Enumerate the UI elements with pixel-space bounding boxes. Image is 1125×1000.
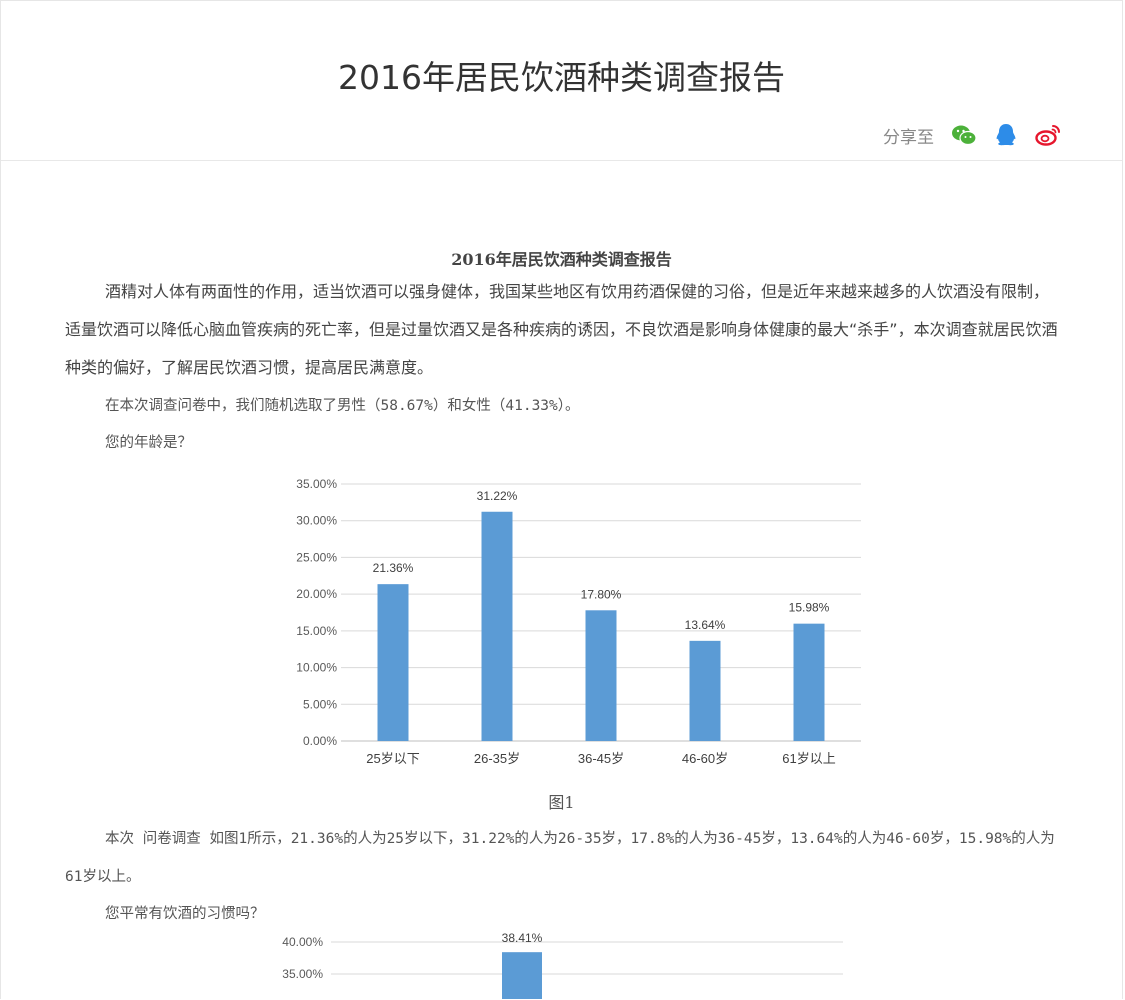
y-tick-label: 40.00% — [282, 935, 323, 949]
bar — [793, 623, 825, 741]
y-tick-label: 30.00% — [296, 514, 337, 528]
y-tick-label: 35.00% — [282, 967, 323, 981]
intro-paragraph: 酒精对人体有两面性的作用，适当饮酒可以强身健体，我国某些地区有饮用药酒保健的习俗… — [65, 282, 1058, 377]
y-tick-label: 10.00% — [296, 661, 337, 675]
bar — [481, 511, 513, 741]
page-title: 2016年居民饮酒种类调查报告 — [338, 58, 785, 97]
data-label: 31.22% — [477, 489, 518, 503]
drinking-habit-bar-chart: 40.00% 35.00% 38.41% — [282, 933, 843, 999]
age-bar-chart: 0.00% 5.00% 10.00% 15.00% 20.00% 25.00% 30.00%… — [296, 477, 861, 766]
bar — [377, 584, 409, 741]
article-title: 2016年居民饮酒种类调查报告 — [451, 250, 672, 269]
y-tick-label: 5.00% — [303, 697, 337, 711]
page: 2016年居民饮酒种类调查报告 分享至 2016年居民饮酒种类调查报告 酒精对人… — [0, 0, 1123, 999]
article-header: 2016年居民饮酒种类调查报告 分享至 — [1, 1, 1122, 161]
x-tick-label: 46-60岁 — [682, 751, 728, 766]
question-age: 您的年龄是？ — [105, 435, 192, 451]
age-summary-paragraph: 本次 问卷调查 如图1所示，21.36%的人为25岁以下，31.22%的人为26… — [65, 831, 1055, 885]
data-label: 38.41% — [502, 933, 543, 945]
y-tick-label: 20.00% — [296, 587, 337, 601]
y-tick-label: 35.00% — [296, 477, 337, 491]
data-label: 13.64% — [685, 618, 726, 632]
data-label: 17.80% — [581, 587, 622, 601]
question-drinking-habit: 您平常有饮酒的习惯吗？ — [105, 906, 265, 922]
bar — [502, 952, 542, 999]
bar — [689, 640, 721, 741]
share-bar: 分享至 — [883, 121, 1062, 149]
y-tick-label: 15.00% — [296, 624, 337, 638]
weibo-icon[interactable] — [1034, 121, 1062, 149]
wechat-icon[interactable] — [950, 121, 978, 149]
y-tick-label: 0.00% — [303, 734, 337, 748]
figure-caption: 图1 — [548, 793, 575, 812]
x-tick-label: 36-45岁 — [578, 751, 624, 766]
gender-paragraph: 在本次调查问卷中，我们随机选取了男性（58.67%）和女性（41.33%）。 — [105, 398, 580, 414]
bar — [585, 610, 617, 741]
data-label: 21.36% — [373, 561, 414, 575]
data-label: 15.98% — [789, 601, 830, 615]
share-label: 分享至 — [883, 127, 934, 148]
x-tick-label: 26-35岁 — [474, 751, 520, 766]
y-tick-label: 25.00% — [296, 550, 337, 564]
x-tick-label: 61岁以上 — [782, 751, 835, 766]
qq-icon[interactable] — [992, 121, 1020, 149]
x-tick-label: 25岁以下 — [366, 751, 419, 766]
